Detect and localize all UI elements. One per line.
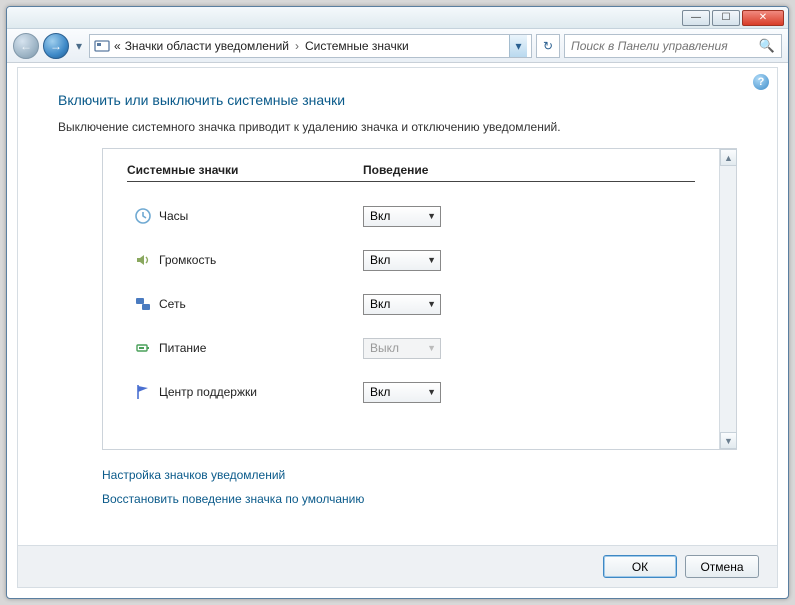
row-clock-select[interactable]: Вкл ▼ bbox=[363, 206, 441, 227]
chevron-down-icon: ▼ bbox=[427, 299, 436, 309]
links-section: Настройка значков уведомлений Восстанови… bbox=[102, 468, 777, 506]
flag-icon bbox=[127, 383, 159, 401]
forward-button[interactable]: → bbox=[43, 33, 69, 59]
scrollbar[interactable]: ▲ ▼ bbox=[719, 149, 736, 449]
refresh-button[interactable]: ↻ bbox=[536, 34, 560, 58]
row-volume: Громкость Вкл ▼ bbox=[127, 238, 695, 282]
row-volume-select[interactable]: Вкл ▼ bbox=[363, 250, 441, 271]
row-power-label: Питание bbox=[159, 341, 363, 355]
row-action-value: Вкл bbox=[370, 385, 390, 399]
header-behavior: Поведение bbox=[363, 163, 428, 177]
address-dropdown[interactable]: ▾ bbox=[509, 35, 527, 57]
row-power-select: Выкл ▼ bbox=[363, 338, 441, 359]
chevron-down-icon: ▼ bbox=[427, 343, 436, 353]
power-icon bbox=[127, 339, 159, 357]
row-action-select[interactable]: Вкл ▼ bbox=[363, 382, 441, 403]
search-icon[interactable]: 🔍 bbox=[759, 38, 775, 54]
settings-panel: Системные значки Поведение Часы Вкл ▼ bbox=[102, 148, 737, 450]
row-clock-label: Часы bbox=[159, 209, 363, 223]
back-button[interactable]: ← bbox=[13, 33, 39, 59]
header-system-icons: Системные значки bbox=[127, 163, 363, 177]
cancel-button[interactable]: Отмена bbox=[685, 555, 759, 578]
minimize-button[interactable]: — bbox=[682, 10, 710, 26]
breadcrumb-1[interactable]: Значки области уведомлений bbox=[125, 39, 289, 53]
volume-icon bbox=[127, 251, 159, 269]
link-customize-icons[interactable]: Настройка значков уведомлений bbox=[102, 468, 777, 482]
clock-icon bbox=[127, 207, 159, 225]
address-bar[interactable]: « Значки области уведомлений › Системные… bbox=[89, 34, 532, 58]
history-dropdown[interactable]: ▾ bbox=[73, 33, 85, 59]
row-power: Питание Выкл ▼ bbox=[127, 326, 695, 370]
maximize-button[interactable]: ☐ bbox=[712, 10, 740, 26]
breadcrumb-sep-1: › bbox=[293, 39, 301, 53]
link-restore-defaults[interactable]: Восстановить поведение значка по умолчан… bbox=[102, 492, 777, 506]
page-title: Включить или выключить системные значки bbox=[58, 92, 777, 108]
row-network-value: Вкл bbox=[370, 297, 390, 311]
search-box[interactable]: 🔍 bbox=[564, 34, 782, 58]
scroll-down-button[interactable]: ▼ bbox=[720, 432, 737, 449]
chevron-down-icon: ▼ bbox=[427, 255, 436, 265]
row-action-center: Центр поддержки Вкл ▼ bbox=[127, 370, 695, 414]
network-icon bbox=[127, 295, 159, 313]
row-network: Сеть Вкл ▼ bbox=[127, 282, 695, 326]
row-volume-value: Вкл bbox=[370, 253, 390, 267]
footer: ОК Отмена bbox=[18, 545, 777, 587]
content-area: ? Включить или выключить системные значк… bbox=[17, 67, 778, 588]
window: — ☐ ✕ ← → ▾ « Значки области уведомлений… bbox=[6, 6, 789, 599]
panel-inner: Системные значки Поведение Часы Вкл ▼ bbox=[103, 149, 719, 449]
nav-bar: ← → ▾ « Значки области уведомлений › Сис… bbox=[7, 29, 788, 63]
ok-button[interactable]: ОК bbox=[603, 555, 677, 578]
row-clock-value: Вкл bbox=[370, 209, 390, 223]
row-action-label: Центр поддержки bbox=[159, 385, 363, 399]
row-network-select[interactable]: Вкл ▼ bbox=[363, 294, 441, 315]
row-power-value: Выкл bbox=[370, 341, 399, 355]
row-volume-label: Громкость bbox=[159, 253, 363, 267]
chevron-down-icon: ▼ bbox=[427, 211, 436, 221]
scroll-up-button[interactable]: ▲ bbox=[720, 149, 737, 166]
row-clock: Часы Вкл ▼ bbox=[127, 194, 695, 238]
breadcrumb-prefix: « bbox=[114, 39, 121, 53]
breadcrumb-2[interactable]: Системные значки bbox=[305, 39, 409, 53]
close-button[interactable]: ✕ bbox=[742, 10, 784, 26]
search-input[interactable] bbox=[571, 39, 755, 53]
column-headers: Системные значки Поведение bbox=[127, 163, 695, 182]
help-icon[interactable]: ? bbox=[753, 74, 769, 90]
titlebar: — ☐ ✕ bbox=[7, 7, 788, 29]
page-description: Выключение системного значка приводит к … bbox=[58, 120, 777, 134]
chevron-down-icon: ▼ bbox=[427, 387, 436, 397]
control-panel-icon bbox=[94, 38, 110, 54]
row-network-label: Сеть bbox=[159, 297, 363, 311]
